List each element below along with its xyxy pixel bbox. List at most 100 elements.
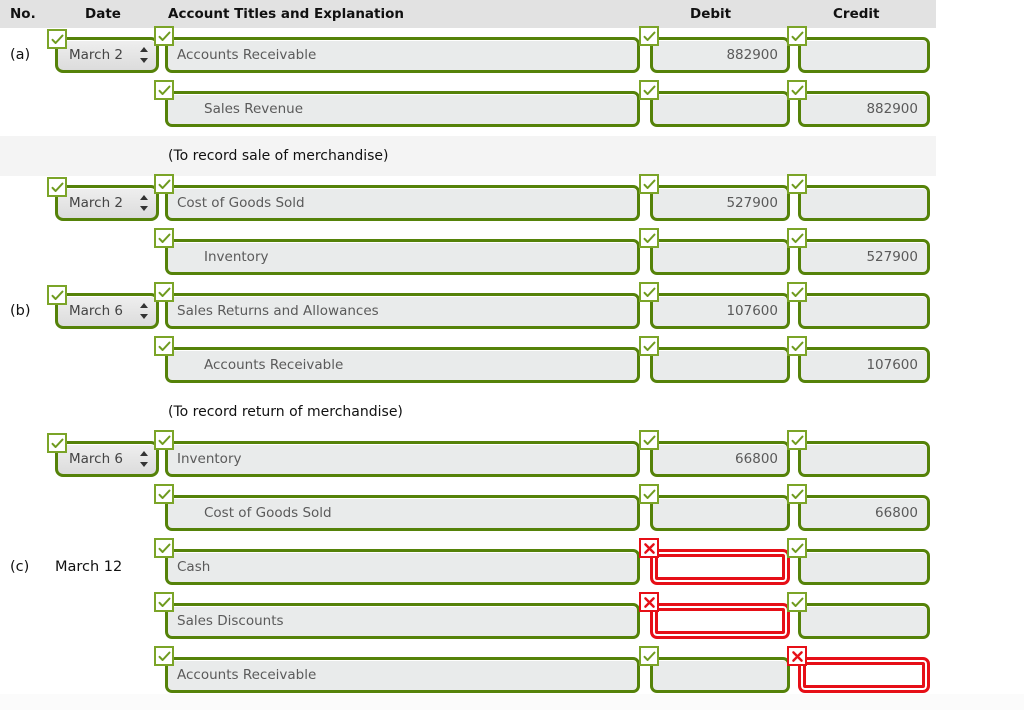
check-icon [639,484,659,504]
account-field-box[interactable]: Accounts Receivable [165,347,640,383]
debit-field[interactable] [639,336,790,383]
credit-field[interactable]: 66800 [787,484,930,531]
check-icon [154,430,174,450]
date-select[interactable]: March 2 [47,177,159,221]
debit-field-box[interactable]: 527900 [650,185,790,221]
account-field-box[interactable]: Sales Revenue [165,91,640,127]
account-field-box[interactable]: Accounts Receivable [165,657,640,693]
x-icon [639,538,659,558]
check-icon [154,484,174,504]
account-field-box[interactable]: Cash [165,549,640,585]
table-row: Inventory 527900 [0,228,1024,284]
credit-field-box[interactable] [798,185,930,221]
credit-field-value: 107600 [866,357,918,373]
credit-field[interactable] [787,430,930,477]
debit-field-box[interactable] [650,239,790,275]
table-row: March 2 Cost of Goods Sold 527900 [0,174,1024,230]
explanation-text: (To record sale of merchandise) [168,148,389,164]
credit-field[interactable] [787,26,930,73]
debit-field-box[interactable]: 882900 [650,37,790,73]
debit-field[interactable] [639,538,790,585]
credit-field-box[interactable] [798,603,930,639]
debit-field-box[interactable] [650,657,790,693]
debit-field-box[interactable] [650,495,790,531]
check-icon [47,433,67,453]
account-field-value: Inventory [177,451,242,467]
account-field-box[interactable]: Cost of Goods Sold [165,185,640,221]
credit-field[interactable] [787,282,930,329]
explanation-row: (To record return of merchandise) [0,392,1024,432]
credit-field[interactable] [787,174,930,221]
account-field-box[interactable]: Inventory [165,441,640,477]
credit-field-box[interactable]: 66800 [798,495,930,531]
account-field[interactable]: Cost of Goods Sold [154,484,640,531]
check-icon [639,228,659,248]
date-select[interactable]: March 6 [47,433,159,477]
account-field[interactable]: Inventory [154,430,640,477]
debit-field[interactable] [639,484,790,531]
check-icon [787,282,807,302]
credit-field[interactable] [787,592,930,639]
credit-field-box[interactable]: 882900 [798,91,930,127]
credit-field-box[interactable] [798,441,930,477]
table-row: (a) March 2 Accounts Receivable 882900 [0,26,1024,82]
debit-field[interactable]: 107600 [639,282,790,329]
credit-field[interactable] [787,646,930,693]
credit-field-box[interactable]: 527900 [798,239,930,275]
account-field[interactable]: Accounts Receivable [154,26,640,73]
credit-field[interactable]: 527900 [787,228,930,275]
account-field[interactable]: Inventory [154,228,640,275]
account-field-box[interactable]: Sales Returns and Allowances [165,293,640,329]
date-select[interactable]: March 2 [47,29,159,73]
account-field-value: Sales Returns and Allowances [177,303,379,319]
debit-field[interactable] [639,80,790,127]
credit-field-value [801,188,927,218]
credit-field-box[interactable] [798,549,930,585]
check-icon [787,228,807,248]
credit-field-box[interactable] [798,657,930,693]
credit-field-box[interactable] [798,37,930,73]
debit-field[interactable] [639,228,790,275]
account-field-box[interactable]: Sales Discounts [165,603,640,639]
check-icon [787,592,807,612]
account-field[interactable]: Accounts Receivable [154,646,640,693]
account-field[interactable]: Sales Discounts [154,592,640,639]
debit-field[interactable] [639,592,790,639]
debit-field[interactable]: 527900 [639,174,790,221]
updown-arrows-icon [139,450,149,468]
updown-arrows-icon [139,302,149,320]
account-field[interactable]: Accounts Receivable [154,336,640,383]
credit-field[interactable]: 107600 [787,336,930,383]
debit-field-box[interactable]: 66800 [650,441,790,477]
credit-field[interactable]: 882900 [787,80,930,127]
account-field[interactable]: Cash [154,538,640,585]
credit-field-box[interactable] [798,293,930,329]
debit-field-box[interactable] [650,603,790,639]
explanation-row: (To record sale of merchandise) [0,136,1024,176]
credit-field[interactable] [787,538,930,585]
account-field[interactable]: Sales Revenue [154,80,640,127]
account-field-box[interactable]: Accounts Receivable [165,37,640,73]
debit-field-box[interactable] [650,549,790,585]
date-text: March 12 [55,559,123,575]
check-icon [787,430,807,450]
account-field-box[interactable]: Inventory [165,239,640,275]
account-field-value: Cost of Goods Sold [204,505,332,521]
date-select[interactable]: March 6 [47,285,159,329]
credit-field-box[interactable]: 107600 [798,347,930,383]
x-icon [787,646,807,666]
debit-field[interactable] [639,646,790,693]
debit-field[interactable]: 882900 [639,26,790,73]
explanation-text: (To record return of merchandise) [168,404,403,420]
account-field[interactable]: Cost of Goods Sold [154,174,640,221]
debit-field-box[interactable]: 107600 [650,293,790,329]
credit-field-value [801,444,927,474]
debit-field[interactable]: 66800 [639,430,790,477]
debit-field-box[interactable] [650,347,790,383]
debit-field-box[interactable] [650,91,790,127]
account-field-box[interactable]: Cost of Goods Sold [165,495,640,531]
credit-field-value [801,660,927,690]
account-field[interactable]: Sales Returns and Allowances [154,282,640,329]
check-icon [639,26,659,46]
row-letter: (b) [10,303,31,319]
